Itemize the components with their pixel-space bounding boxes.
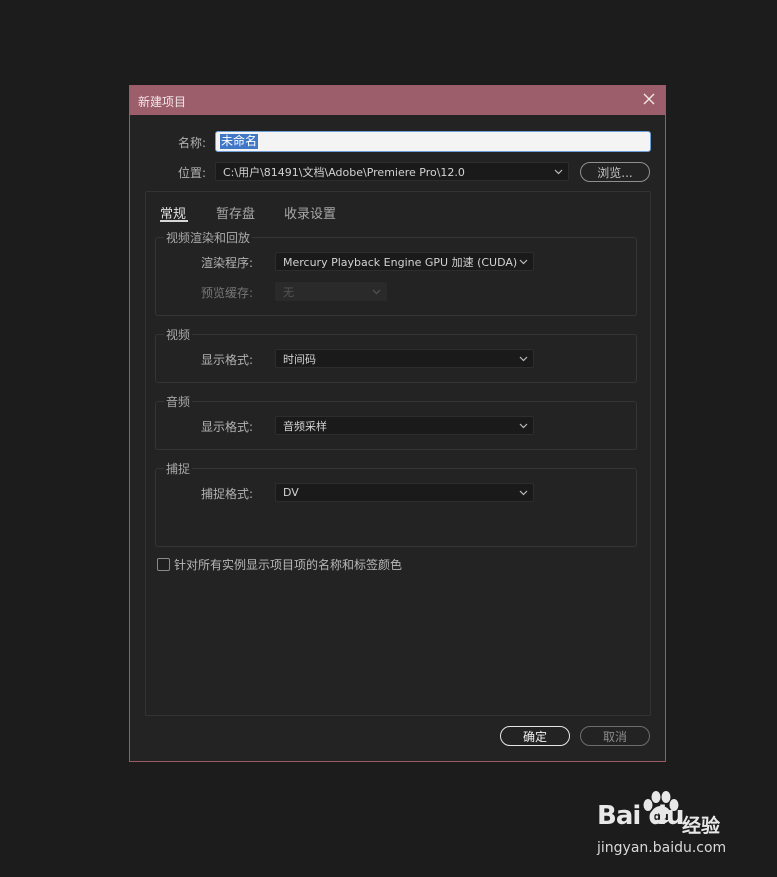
dialog-titlebar[interactable]: 新建项目	[130, 86, 665, 115]
watermark-logo: Bai du	[597, 801, 684, 831]
renderer-label: 渲染程序:	[201, 256, 254, 270]
tab-ingest-settings[interactable]: 收录设置	[284, 203, 336, 222]
chevron-down-icon	[519, 356, 528, 362]
capture-group-title: 捕捉	[164, 460, 193, 477]
close-icon[interactable]	[642, 92, 656, 106]
location-select[interactable]: C:\用户\81491\文档\Adobe\Premiere Pro\12.0	[215, 162, 569, 181]
capture-format-value: DV	[283, 486, 299, 499]
chevron-down-icon	[372, 289, 381, 295]
name-label: 名称:	[178, 136, 207, 150]
renderer-select[interactable]: Mercury Playback Engine GPU 加速 (CUDA)	[275, 252, 534, 271]
new-project-dialog: 新建项目 名称: 未命名 位置: C:\用户\81491\文档\Adobe\Pr…	[129, 85, 666, 762]
dialog-title: 新建项目	[138, 95, 187, 109]
show-label-colors-checkbox[interactable]	[157, 558, 170, 571]
audio-format-value: 音频采样	[283, 419, 327, 433]
chevron-down-icon	[519, 490, 528, 496]
audio-format-select[interactable]: 音频采样	[275, 416, 534, 435]
video-format-value: 时间码	[283, 352, 316, 366]
chevron-down-icon	[519, 423, 528, 429]
video-format-label: 显示格式:	[201, 353, 254, 367]
preview-cache-label: 预览缓存:	[201, 286, 254, 300]
watermark-url: jingyan.baidu.com	[597, 840, 727, 856]
settings-panel: 常规 暂存盘 收录设置 视频渲染和回放 渲染程序: Mercury Playba…	[145, 191, 651, 716]
name-input-value: 未命名	[220, 134, 259, 149]
audio-format-label: 显示格式:	[201, 420, 254, 434]
capture-group: 捕捉 捕捉格式: DV	[155, 460, 637, 547]
cancel-button[interactable]: 取消	[580, 726, 650, 746]
tab-scratch-disks[interactable]: 暂存盘	[216, 203, 255, 222]
chevron-down-icon	[519, 259, 528, 265]
audio-group: 音频 显示格式: 音频采样	[155, 393, 637, 450]
render-group: 视频渲染和回放 渲染程序: Mercury Playback Engine GP…	[155, 229, 637, 316]
ok-button[interactable]: 确定	[500, 726, 570, 746]
preview-cache-value: 无	[283, 285, 294, 299]
location-value: C:\用户\81491\文档\Adobe\Premiere Pro\12.0	[223, 165, 465, 179]
active-tab-indicator	[160, 220, 188, 222]
browse-button[interactable]: 浏览...	[580, 162, 650, 182]
capture-format-label: 捕捉格式:	[201, 487, 254, 501]
audio-group-title: 音频	[164, 393, 193, 410]
render-group-title: 视频渲染和回放	[164, 229, 253, 246]
video-group-title: 视频	[164, 326, 193, 343]
video-group: 视频 显示格式: 时间码	[155, 326, 637, 383]
location-label: 位置:	[178, 166, 207, 180]
preview-cache-select: 无	[275, 282, 387, 301]
watermark-cn: 经验	[682, 815, 721, 837]
capture-format-select[interactable]: DV	[275, 483, 534, 502]
chevron-down-icon	[554, 169, 563, 175]
renderer-value: Mercury Playback Engine GPU 加速 (CUDA)	[283, 255, 518, 269]
baidu-jingyan-watermark: du Bai du 经验 jingyan.baidu.com	[597, 791, 737, 861]
video-format-select[interactable]: 时间码	[275, 349, 534, 368]
name-input[interactable]: 未命名	[215, 131, 651, 152]
show-label-colors-label[interactable]: 针对所有实例显示项目项的名称和标签颜色	[174, 556, 402, 573]
